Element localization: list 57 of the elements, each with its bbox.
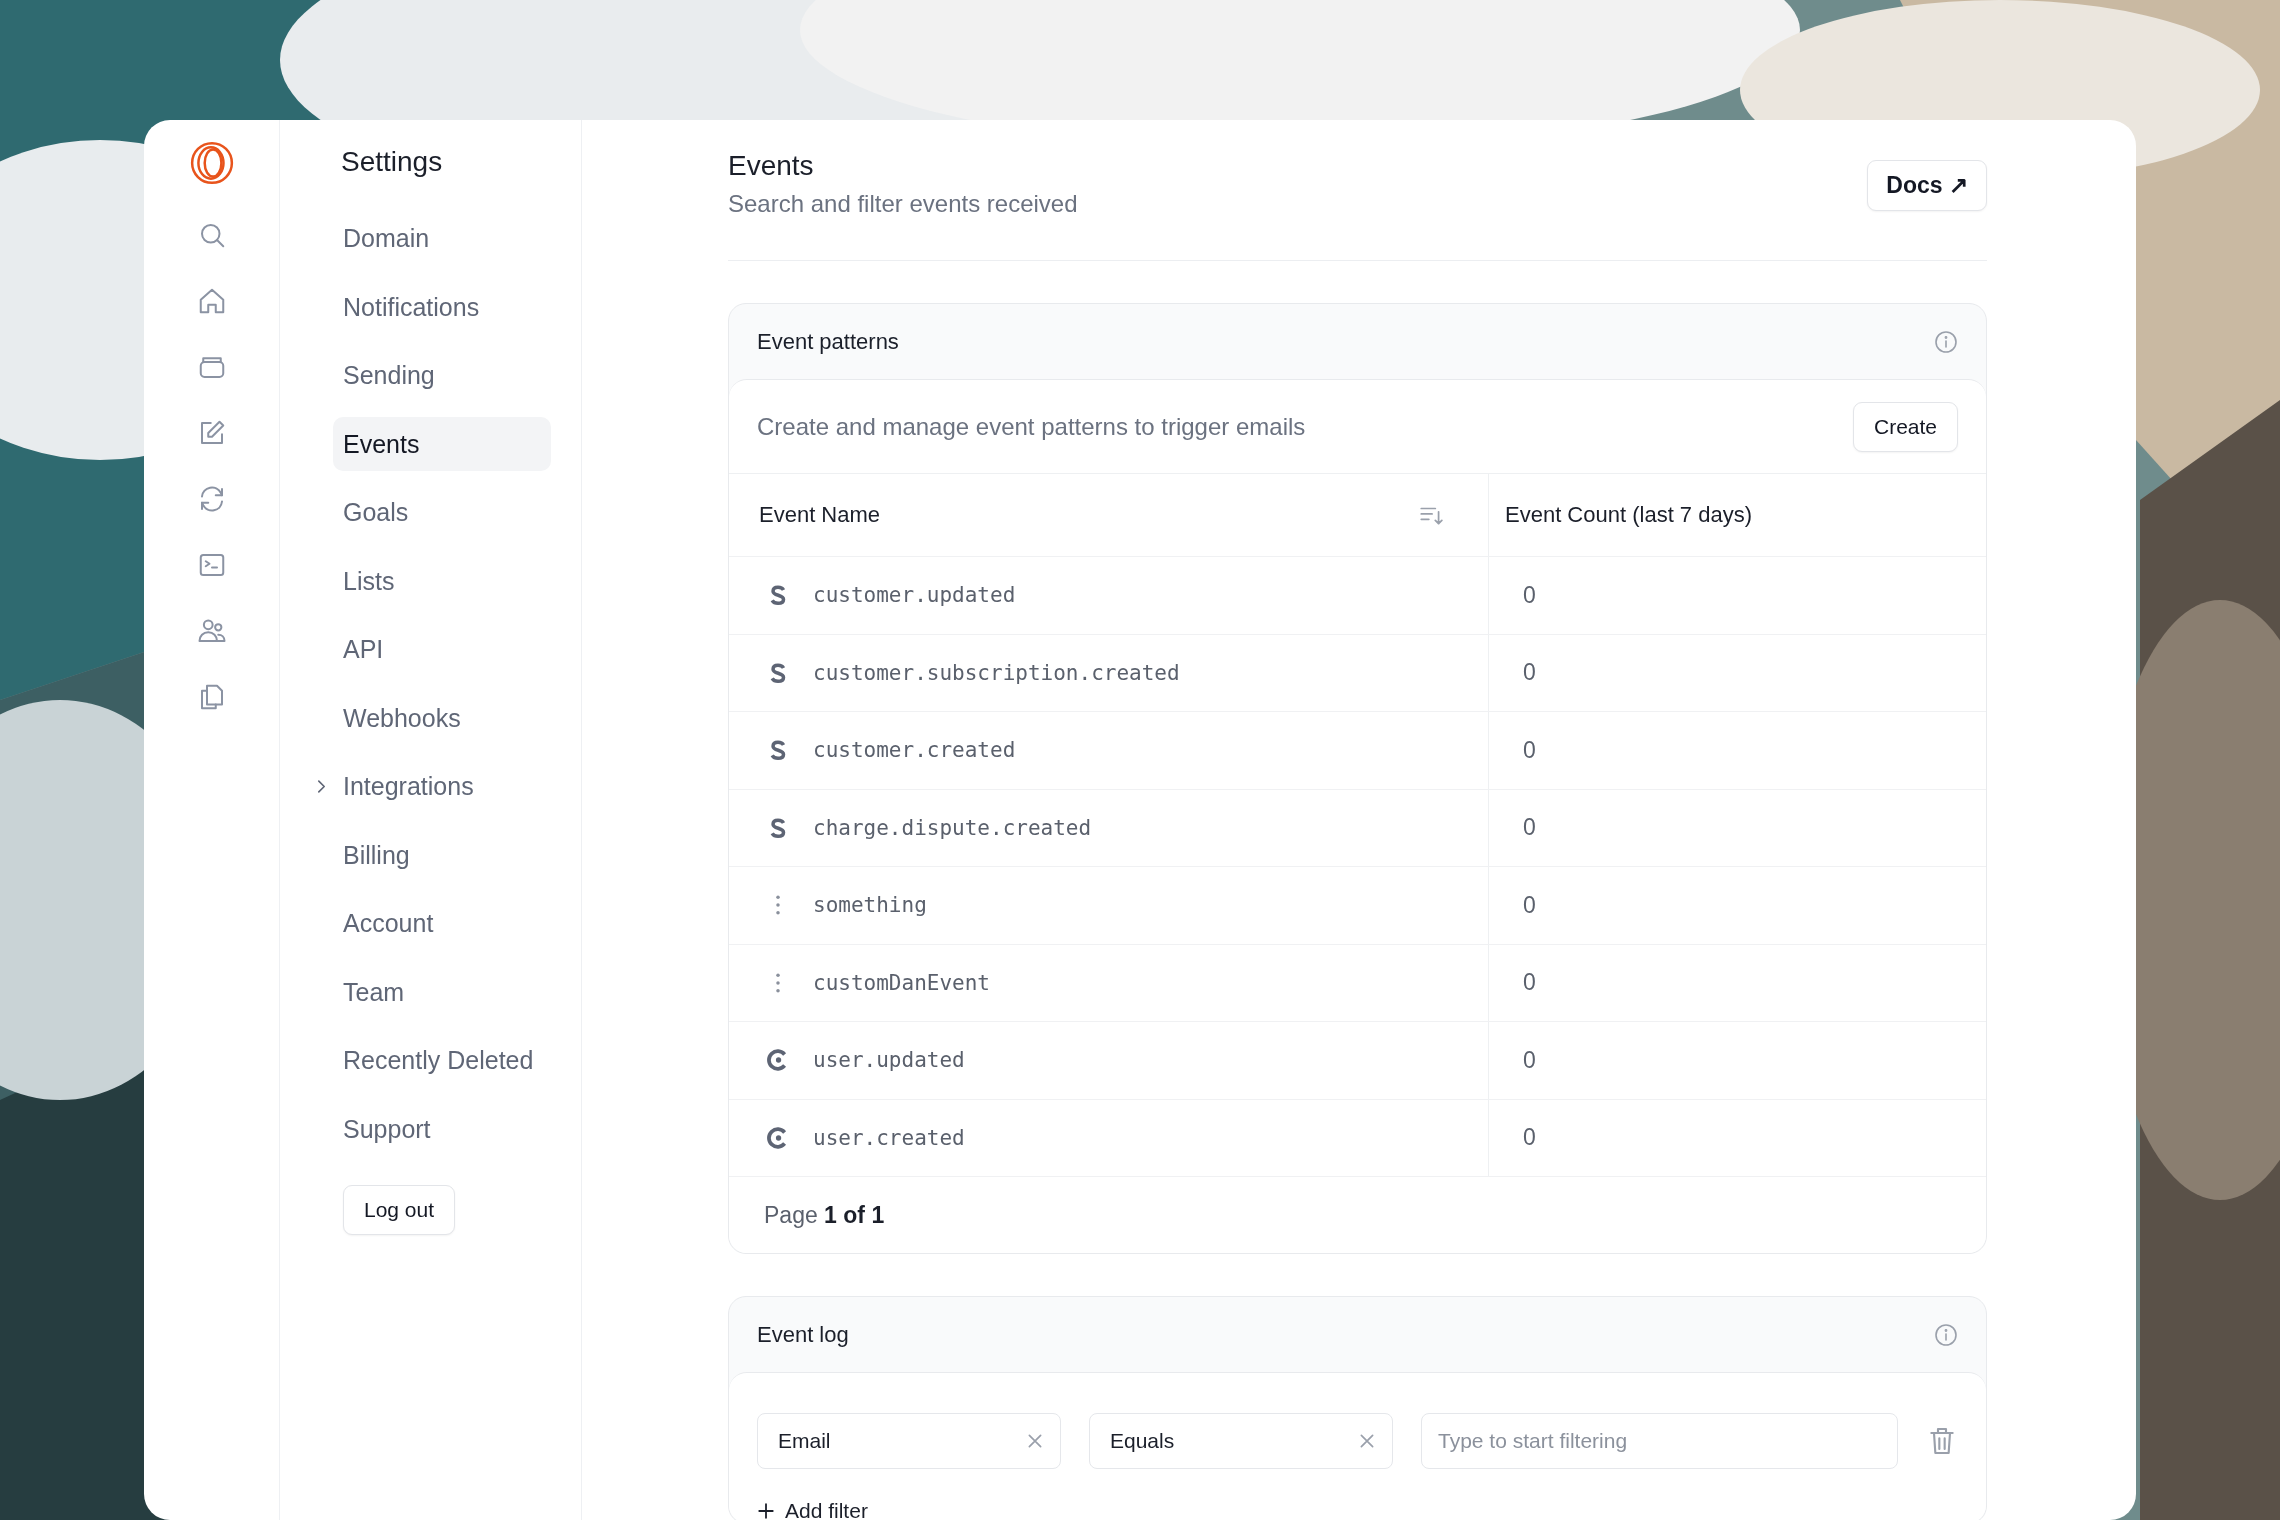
event-count: 0 — [1522, 659, 1536, 687]
event-count: 0 — [1522, 1124, 1536, 1152]
nav-item[interactable]: Notifications — [333, 279, 551, 334]
nav-item[interactable]: Webhooks — [333, 690, 551, 745]
create-button[interactable]: Create — [1852, 401, 1958, 452]
clear-icon[interactable] — [1026, 1432, 1044, 1450]
nav-item[interactable]: Billing — [333, 827, 551, 882]
column-header: Event Name — [759, 502, 882, 528]
c-logo-icon — [767, 1126, 789, 1149]
panel-title: Event log — [757, 1321, 849, 1348]
info-icon[interactable] — [1934, 1322, 1958, 1347]
nav-item[interactable]: Support — [333, 1101, 551, 1156]
description-text: Create and manage event patterns to trigger emails — [757, 412, 1306, 441]
event-count: 0 — [1522, 814, 1536, 842]
docs-button[interactable]: Docs ↗ — [1867, 160, 1987, 211]
plus-icon — [757, 1502, 775, 1520]
settings-title: Settings — [341, 146, 444, 179]
info-icon[interactable] — [1934, 329, 1958, 354]
event-name: customDanEvent — [813, 970, 990, 995]
dots-icon — [774, 971, 782, 994]
nav-item[interactable]: API — [333, 622, 551, 677]
logo-icon[interactable] — [188, 140, 235, 186]
nav-item[interactable]: Integrations — [333, 759, 551, 814]
column-header: Event Count (last 7 days) — [1505, 502, 1752, 528]
c-logo-icon — [767, 1049, 789, 1072]
nav-item[interactable]: Domain — [333, 211, 551, 266]
add-filter-button[interactable]: Add filter — [757, 1499, 868, 1520]
event-count: 0 — [1522, 736, 1536, 764]
event-name: user.created — [813, 1125, 965, 1150]
nav-item[interactable]: Events — [333, 416, 551, 471]
nav-item[interactable]: Team — [333, 964, 551, 1019]
event-name: something — [813, 893, 927, 918]
panel-title: Event patterns — [757, 328, 899, 355]
nav-item[interactable]: Recently Deleted — [333, 1033, 551, 1088]
pagination-text: Page 1 of 1 — [764, 1201, 885, 1229]
filter-input[interactable]: Type to start filtering — [1421, 1413, 1898, 1469]
nav-item[interactable]: Lists — [333, 553, 551, 608]
filter-select[interactable]: Email — [757, 1413, 1061, 1469]
chevron-icon[interactable] — [317, 778, 326, 794]
event-name: customer.created — [813, 738, 1016, 763]
page-title: Events — [728, 150, 815, 183]
nav-item[interactable]: Account — [333, 896, 551, 951]
event-name: user.updated — [813, 1048, 965, 1073]
event-count: 0 — [1522, 969, 1536, 997]
nav-item[interactable]: Goals — [333, 485, 551, 540]
page-subtitle: Search and filter events received — [728, 190, 1078, 218]
filter-select[interactable]: Equals — [1089, 1413, 1393, 1469]
logout-button[interactable]: Log out — [343, 1185, 456, 1235]
nav-item[interactable]: Sending — [333, 348, 551, 403]
dots-icon — [774, 894, 782, 917]
event-name: customer.updated — [813, 583, 1016, 608]
event-count: 0 — [1522, 581, 1536, 609]
event-name: customer.subscription.created — [813, 660, 1180, 685]
event-count: 0 — [1522, 1046, 1536, 1074]
event-name: charge.dispute.created — [813, 815, 1092, 840]
clear-icon[interactable] — [1358, 1432, 1376, 1450]
event-count: 0 — [1522, 891, 1536, 919]
